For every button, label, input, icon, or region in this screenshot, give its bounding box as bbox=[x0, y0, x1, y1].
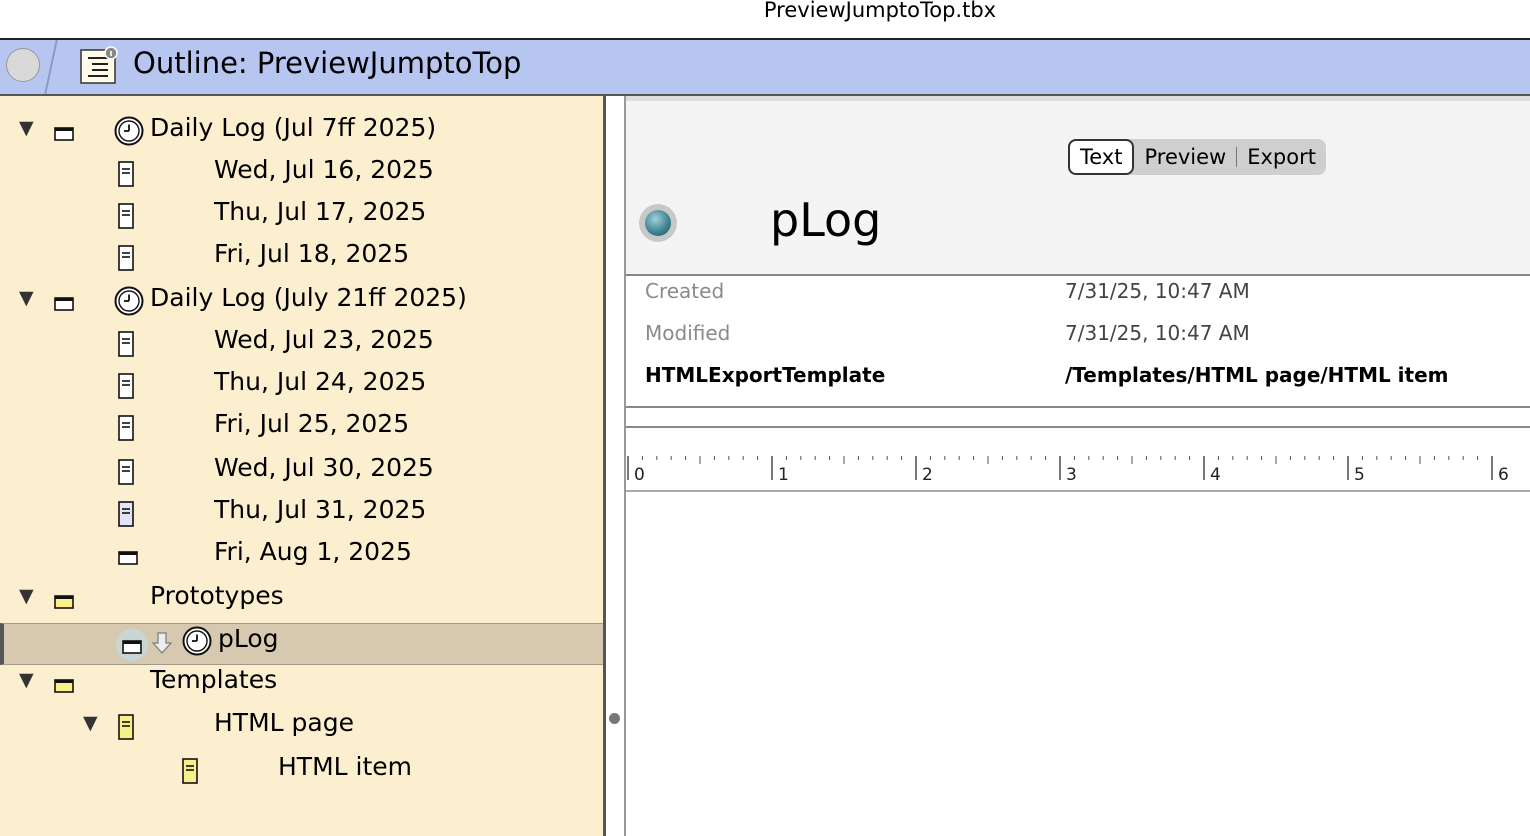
attribute-label: HTMLExportTemplate bbox=[645, 363, 886, 387]
window-titlebar: PreviewJumptoTop.tbx bbox=[0, 0, 1530, 40]
outline-item-label[interactable]: Wed, Jul 23, 2025 bbox=[214, 325, 434, 354]
outline-item-label[interactable]: Wed, Jul 30, 2025 bbox=[214, 453, 434, 482]
note-badge-icon[interactable] bbox=[639, 204, 677, 242]
attribute-value[interactable]: /Templates/HTML page/HTML item bbox=[1065, 363, 1449, 387]
container-note-icon[interactable] bbox=[116, 629, 148, 661]
ruler-number: 3 bbox=[1066, 465, 1077, 485]
attribute-label: Created bbox=[645, 279, 725, 303]
tab-preview[interactable]: Preview bbox=[1134, 139, 1236, 175]
outline-item-label[interactable]: Fri, Jul 18, 2025 bbox=[214, 239, 409, 268]
outline-row[interactable]: ▼ Templates bbox=[0, 663, 603, 705]
text-area-divider bbox=[626, 426, 1530, 428]
attribute-row-created: Created 7/31/25, 10:47 AM bbox=[626, 276, 1530, 316]
outline-item-label[interactable]: Thu, Jul 24, 2025 bbox=[214, 367, 426, 396]
pane-mode-switcher: Text Preview Export bbox=[1068, 139, 1326, 175]
outline-item-label[interactable]: Prototypes bbox=[150, 581, 284, 610]
note-icon[interactable] bbox=[118, 415, 134, 445]
clock-icon bbox=[114, 286, 144, 316]
outline-item-label[interactable]: Daily Log (July 21ff 2025) bbox=[150, 283, 467, 312]
attribute-value[interactable]: 7/31/25, 10:47 AM bbox=[1065, 321, 1250, 345]
disclosure-triangle-icon[interactable]: ▼ bbox=[19, 117, 34, 139]
note-icon[interactable] bbox=[118, 245, 134, 275]
tab-export[interactable]: Export bbox=[1237, 139, 1326, 175]
outline-item-label[interactable]: HTML page bbox=[214, 708, 354, 737]
container-note-icon[interactable] bbox=[54, 594, 74, 613]
attribute-row-modified: Modified 7/31/25, 10:47 AM bbox=[626, 318, 1530, 358]
outline-row[interactable]: ▼ HTML page bbox=[0, 706, 603, 748]
ruler-ticks bbox=[627, 456, 1493, 480]
view-header: Outline: PreviewJumptoTop bbox=[0, 40, 1530, 96]
note-icon[interactable] bbox=[118, 203, 134, 233]
note-icon[interactable] bbox=[182, 758, 198, 788]
container-note-icon[interactable] bbox=[118, 550, 138, 569]
note-title-area: Text Preview Export pLog bbox=[626, 96, 1530, 274]
note-icon[interactable] bbox=[118, 373, 134, 403]
badge-dot bbox=[645, 210, 671, 236]
outline-view-icon[interactable] bbox=[80, 46, 118, 84]
note-icon[interactable] bbox=[118, 501, 134, 531]
outline-item-label[interactable]: Thu, Jul 17, 2025 bbox=[214, 197, 426, 226]
outline-row[interactable]: pLog bbox=[0, 623, 603, 665]
outline-item-label[interactable]: Daily Log (Jul 7ff 2025) bbox=[150, 113, 436, 142]
outline-item-label[interactable]: Templates bbox=[150, 665, 277, 694]
outline-row[interactable]: Thu, Jul 17, 2025 bbox=[0, 195, 603, 237]
pane-splitter[interactable] bbox=[603, 96, 606, 836]
header-divider bbox=[44, 40, 58, 94]
text-ruler[interactable]: 0 1 2 3 4 5 6 bbox=[626, 456, 1530, 492]
outline-item-label[interactable]: pLog bbox=[218, 624, 279, 653]
window-title: PreviewJumptoTop.tbx bbox=[763, 0, 997, 22]
clock-icon bbox=[182, 626, 212, 656]
outline-pane[interactable]: ▼ Daily Log (Jul 7ff 2025) Wed, Jul 16, 20… bbox=[0, 96, 603, 836]
outline-item-label[interactable]: Thu, Jul 31, 2025 bbox=[214, 495, 426, 524]
outline-item-label[interactable]: Wed, Jul 16, 2025 bbox=[214, 155, 434, 184]
outline-item-label[interactable]: HTML item bbox=[278, 752, 412, 781]
disclosure-triangle-icon[interactable]: ▼ bbox=[19, 669, 34, 691]
ruler-number: 1 bbox=[778, 465, 789, 485]
view-pane-button[interactable] bbox=[6, 48, 40, 82]
prototype-arrow-icon bbox=[151, 631, 173, 659]
outline-row[interactable]: Thu, Jul 31, 2025 bbox=[0, 493, 603, 535]
outline-row[interactable]: ▼ Prototypes bbox=[0, 579, 603, 621]
outline-row[interactable]: ▼ Daily Log (July 21ff 2025) bbox=[0, 281, 603, 323]
outline-item-label[interactable]: Fri, Aug 1, 2025 bbox=[214, 537, 412, 566]
ruler-number: 0 bbox=[634, 465, 645, 485]
attribute-label: Modified bbox=[645, 321, 731, 345]
container-note-icon[interactable] bbox=[54, 126, 74, 145]
splitter-handle[interactable] bbox=[609, 713, 620, 724]
outline-row[interactable]: Fri, Aug 1, 2025 bbox=[0, 535, 603, 577]
ruler-number: 5 bbox=[1354, 465, 1365, 485]
view-title: Outline: PreviewJumptoTop bbox=[133, 46, 522, 80]
outline-row[interactable]: Thu, Jul 24, 2025 bbox=[0, 365, 603, 407]
note-icon[interactable] bbox=[118, 161, 134, 191]
key-attributes-table: Created 7/31/25, 10:47 AM Modified 7/31/… bbox=[626, 274, 1530, 408]
attribute-value[interactable]: 7/31/25, 10:47 AM bbox=[1065, 279, 1250, 303]
outline-row[interactable]: Fri, Jul 18, 2025 bbox=[0, 237, 603, 279]
ruler-number: 2 bbox=[922, 465, 933, 485]
outline-row[interactable]: Fri, Jul 25, 2025 bbox=[0, 407, 603, 449]
disclosure-triangle-icon[interactable]: ▼ bbox=[83, 712, 98, 734]
note-icon[interactable] bbox=[118, 331, 134, 361]
ruler-number: 4 bbox=[1210, 465, 1221, 485]
disclosure-triangle-icon[interactable]: ▼ bbox=[19, 585, 34, 607]
container-note-icon[interactable] bbox=[54, 296, 74, 315]
outline-row[interactable]: Wed, Jul 23, 2025 bbox=[0, 323, 603, 365]
outline-item-label[interactable]: Fri, Jul 25, 2025 bbox=[214, 409, 409, 438]
tab-text[interactable]: Text bbox=[1068, 139, 1135, 175]
disclosure-triangle-icon[interactable]: ▼ bbox=[19, 287, 34, 309]
note-title[interactable]: pLog bbox=[770, 193, 881, 247]
note-icon[interactable] bbox=[118, 714, 134, 744]
note-icon[interactable] bbox=[118, 459, 134, 489]
text-pane: Text Preview Export pLog Created 7/31/25… bbox=[624, 96, 1530, 836]
outline-row[interactable]: ▼ Daily Log (Jul 7ff 2025) bbox=[0, 111, 603, 153]
outline-row[interactable]: Wed, Jul 16, 2025 bbox=[0, 153, 603, 195]
container-note-icon[interactable] bbox=[54, 678, 74, 697]
ruler-number: 6 bbox=[1498, 465, 1509, 485]
outline-row[interactable]: Wed, Jul 30, 2025 bbox=[0, 451, 603, 493]
attribute-row-htmlexporttemplate: HTMLExportTemplate /Templates/HTML page/… bbox=[626, 360, 1530, 400]
outline-row[interactable]: HTML item bbox=[0, 750, 603, 792]
clock-icon bbox=[114, 116, 144, 146]
